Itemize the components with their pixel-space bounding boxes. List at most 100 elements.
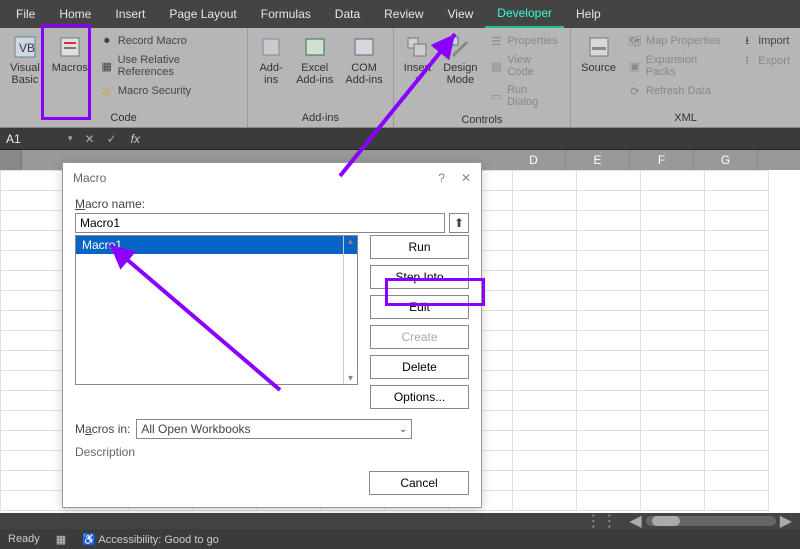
export-label: Export	[758, 55, 790, 67]
tab-file[interactable]: File	[4, 0, 47, 28]
tab-insert[interactable]: Insert	[103, 0, 157, 28]
run-button[interactable]: Run	[370, 235, 469, 259]
tab-view[interactable]: View	[436, 0, 486, 28]
addins-group-label: Add-ins	[252, 110, 389, 127]
view-code-button[interactable]: ▤ View Code	[487, 52, 562, 80]
tab-page-layout[interactable]: Page Layout	[157, 0, 248, 28]
select-all-corner[interactable]	[0, 150, 22, 170]
addins-button[interactable]: Add- ins	[252, 30, 290, 110]
accessibility-status[interactable]: ♿ Accessibility: Good to go	[82, 533, 219, 546]
insert-control-label: Insert	[404, 62, 432, 74]
formula-bar: ▾ ✕ ✓ fx	[0, 128, 800, 150]
create-button[interactable]: Create	[370, 325, 469, 349]
tab-review[interactable]: Review	[372, 0, 435, 28]
map-icon: 🗺	[628, 34, 642, 48]
ribbon: VB Visual Basic Macros ⏺Record Macro ▦Us…	[0, 28, 800, 128]
dialog-help-button[interactable]: ?	[438, 171, 445, 185]
macros-button[interactable]: Macros	[46, 30, 94, 110]
export-icon: ⭱	[740, 54, 754, 68]
scroll-dots-icon: ⋮⋮	[585, 511, 617, 531]
ribbon-group-controls: Insert▾ Design Mode ☰Properties ▤ View Co…	[394, 28, 571, 127]
delete-button[interactable]: Delete	[370, 355, 469, 379]
refresh-data-button[interactable]: ⟳Refresh Data	[626, 82, 730, 100]
ribbon-group-code: VB Visual Basic Macros ⏺Record Macro ▦Us…	[0, 28, 248, 127]
macro-security-label: Macro Security	[118, 85, 191, 97]
export-button[interactable]: ⭱ Export	[738, 52, 792, 70]
visual-basic-button[interactable]: VB Visual Basic	[4, 30, 46, 110]
tab-home[interactable]: Home	[47, 0, 103, 28]
macro-list[interactable]: Macro1 ▴▾	[75, 235, 358, 385]
list-scrollbar[interactable]: ▴▾	[343, 236, 357, 384]
com-addins-icon	[351, 34, 377, 60]
macro-dialog: Macro ? ✕ MMacro name:acro name: ⬆ Macro…	[62, 162, 482, 508]
design-mode-icon	[447, 34, 473, 60]
macro-name-input[interactable]	[75, 213, 445, 233]
addins-icon	[258, 34, 284, 60]
controls-group-label: Controls	[398, 112, 566, 129]
edit-button[interactable]: Edit	[370, 295, 469, 319]
excel-addins-label: Excel Add-ins	[296, 62, 333, 86]
properties-button[interactable]: ☰Properties	[487, 32, 562, 50]
scroll-thumb[interactable]	[652, 516, 680, 526]
accept-formula-icon[interactable]: ✓	[101, 132, 123, 146]
status-mode-icon[interactable]: ▦	[56, 533, 66, 546]
relative-refs-button[interactable]: ▦Use Relative References	[98, 52, 239, 80]
accessibility-label: Accessibility: Good to go	[98, 534, 218, 546]
record-macro-label: Record Macro	[118, 35, 187, 47]
ribbon-tab-bar: File Home Insert Page Layout Formulas Da…	[0, 0, 800, 28]
name-box-dropdown[interactable]: ▾	[62, 133, 79, 144]
design-mode-label: Design Mode	[443, 62, 477, 86]
tab-developer[interactable]: Developer	[485, 0, 564, 28]
macros-in-select[interactable]: All Open Workbooks ⌄	[136, 419, 412, 439]
scroll-down-icon[interactable]: ▾	[344, 373, 357, 384]
dialog-close-button[interactable]: ✕	[461, 171, 471, 185]
cancel-button[interactable]: Cancel	[369, 471, 469, 495]
excel-addins-icon	[302, 34, 328, 60]
status-ready: Ready	[8, 533, 40, 545]
horizontal-scrollbar[interactable]: ⋮⋮ ◀ ▶	[0, 513, 800, 529]
view-code-label: View Code	[507, 54, 560, 78]
fx-label[interactable]: fx	[123, 132, 148, 146]
tab-help[interactable]: Help	[564, 0, 613, 28]
scroll-left-icon[interactable]: ◀	[625, 511, 645, 531]
map-properties-button[interactable]: 🗺Map Properties	[626, 32, 730, 50]
import-button[interactable]: ⭳Import	[738, 32, 792, 50]
macro-list-item[interactable]: Macro1	[76, 236, 357, 254]
grid-icon: ▦	[100, 59, 114, 73]
macros-label: Macros	[52, 62, 88, 74]
expansion-packs-button[interactable]: ▣Expansion Packs	[626, 52, 730, 80]
com-addins-label: COM Add-ins	[345, 62, 382, 86]
name-box[interactable]	[0, 128, 62, 149]
macro-name-label: MMacro name:acro name:	[75, 197, 145, 211]
scroll-track[interactable]	[646, 516, 776, 526]
scroll-up-icon[interactable]: ▴	[344, 236, 357, 247]
formula-input[interactable]	[148, 128, 800, 149]
scroll-right-icon[interactable]: ▶	[776, 511, 796, 531]
col-header-g[interactable]: G	[694, 150, 758, 170]
record-macro-button[interactable]: ⏺Record Macro	[98, 32, 239, 50]
svg-text:VB: VB	[19, 41, 35, 55]
col-header-d[interactable]: D	[502, 150, 566, 170]
excel-addins-button[interactable]: Excel Add-ins	[290, 30, 339, 110]
col-header-f[interactable]: F	[630, 150, 694, 170]
com-addins-button[interactable]: COM Add-ins	[339, 30, 388, 110]
tab-formulas[interactable]: Formulas	[249, 0, 323, 28]
cancel-formula-icon[interactable]: ✕	[79, 132, 101, 146]
warning-icon: ⚠	[100, 84, 114, 98]
refresh-icon: ⟳	[628, 84, 642, 98]
insert-control-button[interactable]: Insert▾	[398, 30, 438, 112]
source-button[interactable]: Source	[575, 30, 622, 110]
macro-name-go-button[interactable]: ⬆	[449, 213, 469, 233]
macros-in-label: Macros in:	[75, 422, 130, 436]
ribbon-group-xml: Source 🗺Map Properties ▣Expansion Packs …	[571, 28, 800, 127]
run-dialog-button[interactable]: ▭Run Dialog	[487, 82, 562, 110]
macro-security-button[interactable]: ⚠ Macro Security	[98, 82, 239, 100]
col-header-e[interactable]: E	[566, 150, 630, 170]
visual-basic-icon: VB	[12, 34, 38, 60]
options-button[interactable]: Options...	[370, 385, 469, 409]
step-into-button[interactable]: Step Into	[370, 265, 469, 289]
run-dialog-label: Run Dialog	[507, 84, 560, 108]
design-mode-button[interactable]: Design Mode	[437, 30, 483, 112]
view-code-icon: ▤	[489, 59, 503, 73]
tab-data[interactable]: Data	[323, 0, 372, 28]
